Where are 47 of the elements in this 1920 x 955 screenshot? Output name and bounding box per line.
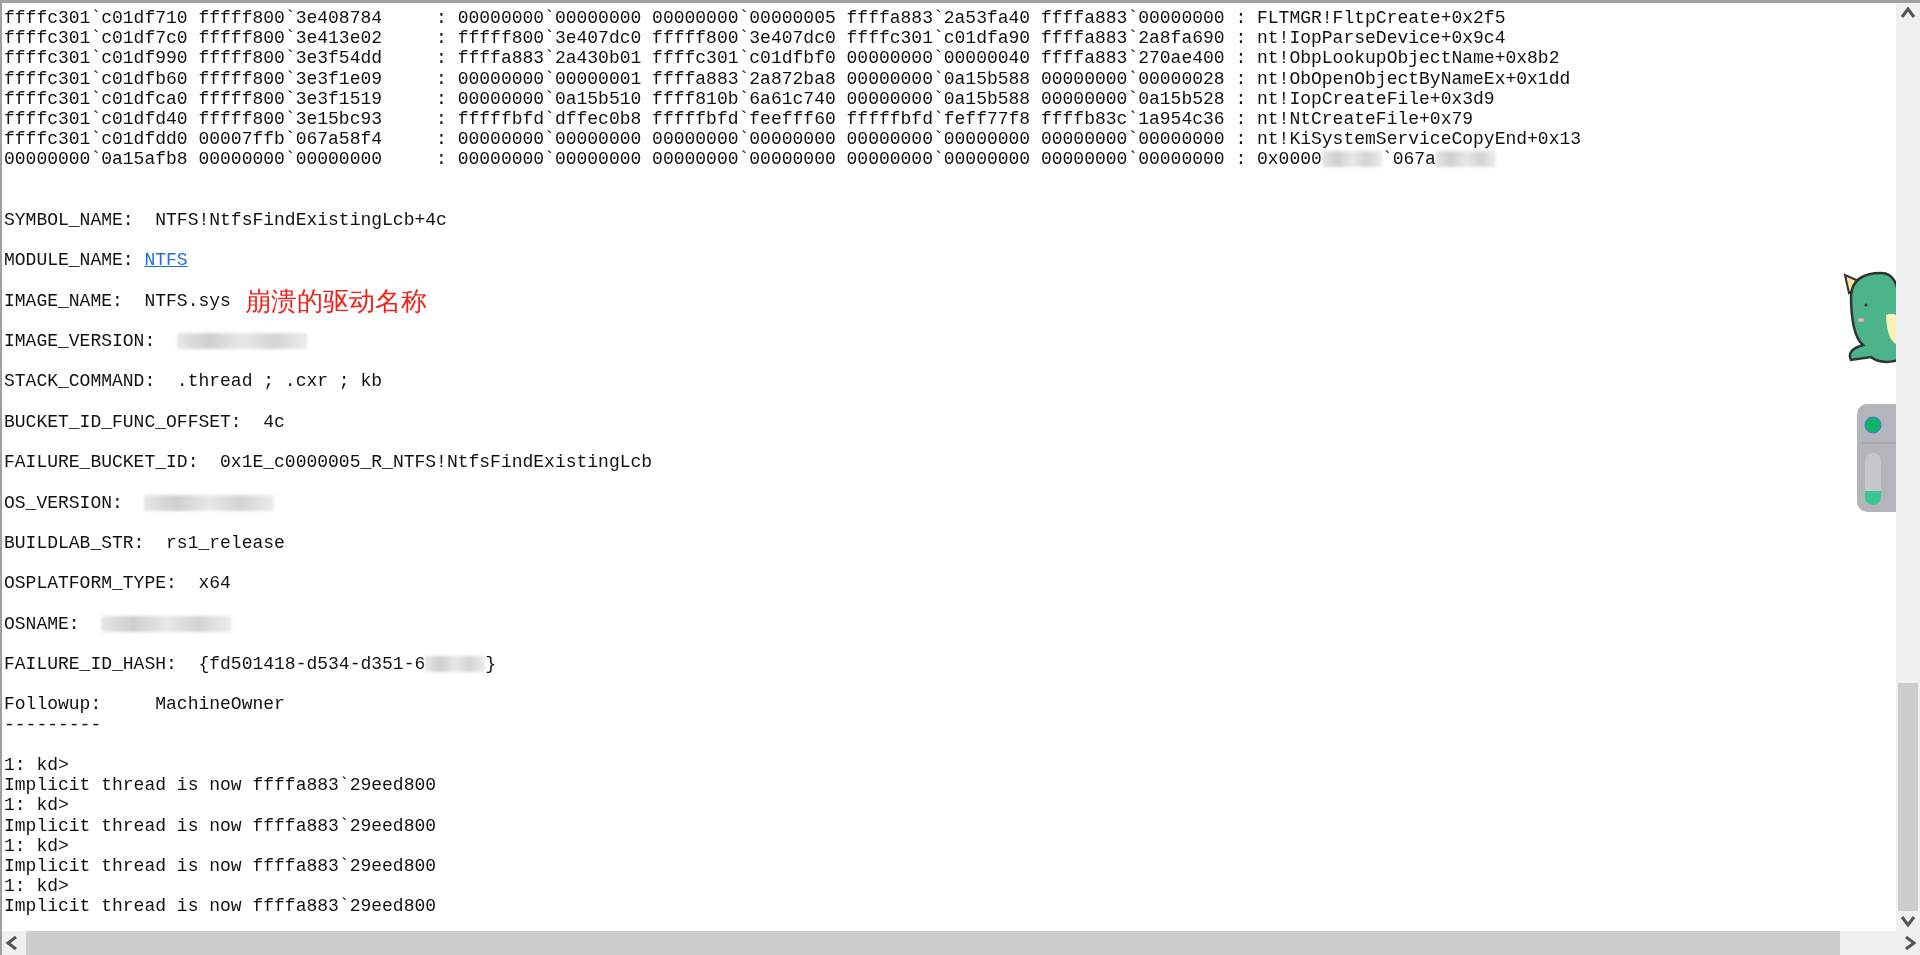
console-line: 1: kd> bbox=[4, 835, 69, 856]
field-label: IMAGE_VERSION: bbox=[4, 331, 157, 352]
field-value: 0x1E_c0000005_R_NTFS!NtfsFindExistingLcb bbox=[220, 452, 653, 473]
stack-frame-text: ffffc301`c01dfca0 fffff800`3e3f1519 : 00000000`0a15b510 ffff810b`6a61c740 00000000`0a15b588 00000000`0a15b528 : nt!IopCreateFile+0x3d9 bbox=[4, 88, 1495, 109]
field-value: {fd501418-d534-d351-6 bbox=[198, 654, 426, 675]
module-link[interactable]: NTFS bbox=[144, 250, 188, 271]
console-line: Implicit thread is now ffffa883`29eed800 bbox=[4, 775, 437, 796]
field-value: MachineOwner bbox=[155, 694, 285, 715]
field-label: FAILURE_ID_HASH: bbox=[4, 654, 178, 675]
field-value: } bbox=[485, 654, 497, 675]
blurred-text bbox=[1321, 151, 1382, 168]
blurred-text bbox=[1435, 151, 1496, 168]
stack-frame-text: ffffc301`c01dfd40 fffff800`3e15bc93 : fffffbfd`dffec0b8 fffffbfd`feefff60 fffffbfd`feff77f8 ffffb83c`1a954c36 : nt!NtCreateFile+0x79 bbox=[4, 108, 1474, 130]
field-label: OSNAME: bbox=[4, 613, 81, 634]
field-label: SYMBOL_NAME: bbox=[4, 209, 135, 231]
stack-frame-text: 00000000`0a15afb8 00000000`00000000 : 00000000`00000000 00000000`00000000 00000000`00000000 00000000`00000000 : 0x0000 bbox=[4, 149, 1322, 170]
stack-frame-text: ffffc301`c01df710 fffff800`3e408784 : 00000000`00000000 00000000`00000005 ffffa883`2a53fa40 ffffa883`00000000 : FLTMGR!FltpCreate+0x2f5 bbox=[4, 8, 1506, 29]
field-label: STACK_COMMAND: bbox=[4, 371, 157, 392]
field-value: .thread ; .cxr ; kb bbox=[176, 371, 383, 392]
separator-line: --------- bbox=[4, 714, 102, 735]
console-line: 1: kd> bbox=[4, 754, 69, 776]
scrollbar-thumb[interactable] bbox=[26, 931, 1840, 955]
stack-frame-text: ffffc301`c01dfdd0 00007ffb`067a58f4 : 00000000`00000000 00000000`00000000 00000000`00000000 00000000`00000000 : nt!KiSystemServiceCopyEnd+0x13 bbox=[4, 129, 1582, 150]
console-line: 1: kd> bbox=[4, 876, 69, 897]
console-line: Implicit thread is now ffffa883`29eed800 bbox=[4, 815, 437, 836]
console-line: 1: kd> bbox=[4, 795, 69, 816]
field-label: BUCKET_ID_FUNC_OFFSET: bbox=[4, 411, 243, 432]
stack-frame-text: ffffc301`c01df990 fffff800`3e3f54dd : ffffa883`2a430b01 ffffc301`c01dfbf0 00000000`00000040 ffffa883`270ae400 : nt!ObpLookupObjectName+0x8b2 bbox=[4, 48, 1560, 69]
field-label: MODULE_NAME: bbox=[4, 250, 135, 271]
field-label: IMAGE_NAME: bbox=[4, 290, 124, 311]
stack-frame-text: ffffc301`c01dfb60 fffff800`3e3f1e09 : 00000000`00000001 ffffa883`2a872ba8 00000000`0a15b588 00000000`00000028 : nt!ObOpenObjectByNameEx+0x1dd bbox=[4, 68, 1571, 89]
stack-frame-text: ffffc301`c01df7c0 fffff800`3e413e02 : fffff800`3e407dc0 fffff800`3e407dc0 ffffc301`c01dfa90 ffffa883`2a8fa690 : nt!IopParseDevice+0x9c4 bbox=[4, 28, 1506, 49]
console-line: Implicit thread is now ffffa883`29eed800 bbox=[4, 896, 437, 917]
field-label: BUILDLAB_STR: bbox=[4, 532, 146, 554]
stack-frame-text: `067a bbox=[1381, 149, 1436, 170]
field-value: NTFS!NtfsFindExistingLcb+4c bbox=[155, 209, 447, 231]
field-label: Followup: bbox=[4, 694, 103, 715]
field-value: rs1_release bbox=[166, 532, 285, 554]
field-label: FAILURE_BUCKET_ID: bbox=[4, 452, 200, 473]
scrollbar-thumb[interactable] bbox=[1898, 683, 1918, 911]
field-label: OSPLATFORM_TYPE: bbox=[4, 573, 178, 594]
field-label: OS_VERSION: bbox=[4, 492, 124, 513]
blurred-text bbox=[425, 656, 486, 673]
field-value: NTFS.sys bbox=[144, 290, 231, 311]
field-value: x64 bbox=[198, 573, 231, 594]
console-line: Implicit thread is now ffffa883`29eed800 bbox=[4, 855, 437, 877]
field-value: 4c bbox=[263, 411, 285, 432]
